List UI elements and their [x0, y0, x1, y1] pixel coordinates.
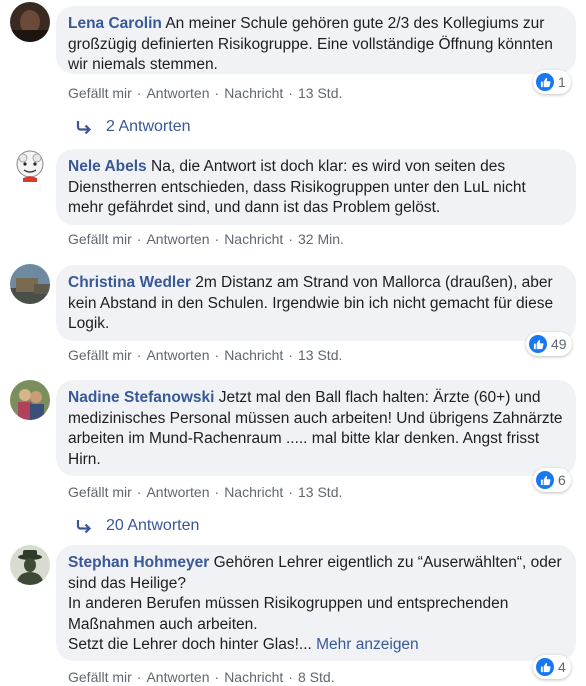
like-link[interactable]: Gefällt mir	[68, 347, 132, 363]
reaction-number: 4	[558, 659, 566, 675]
replies-label: 20 Antworten	[106, 517, 200, 534]
avatar[interactable]	[10, 264, 50, 304]
reply-arrow-icon	[76, 120, 92, 134]
reply-link[interactable]: Antworten	[146, 484, 209, 500]
message-link[interactable]: Nachricht	[224, 231, 283, 247]
timestamp[interactable]: 8 Std.	[298, 669, 335, 685]
timestamp[interactable]: 13 Std.	[298, 347, 342, 363]
reaction-count[interactable]: 4	[533, 655, 571, 679]
reply-link[interactable]: Antworten	[146, 347, 209, 363]
message-link[interactable]: Nachricht	[224, 484, 283, 500]
avatar[interactable]	[10, 146, 50, 186]
like-icon	[529, 335, 547, 353]
reaction-number: 1	[558, 74, 566, 90]
comment-bubble: Nadine Stefanowski Jetzt mal den Ball fl…	[56, 380, 576, 476]
comment-actions: Gefällt mir · Antworten · Nachricht · 13 Std.	[68, 484, 343, 500]
timestamp[interactable]: 13 Std.	[298, 85, 342, 101]
comment-bubble: Lena Carolin An meiner Schule gehören gu…	[56, 6, 576, 74]
like-icon	[536, 658, 554, 676]
like-link[interactable]: Gefällt mir	[68, 669, 132, 685]
reply-link[interactable]: Antworten	[146, 231, 209, 247]
comment-author[interactable]: Christina Wedler	[68, 274, 191, 291]
reply-link[interactable]: Antworten	[146, 85, 209, 101]
like-link[interactable]: Gefällt mir	[68, 85, 132, 101]
comment-bubble: Nele Abels Na, die Antwort ist doch klar…	[56, 149, 576, 225]
view-replies-button[interactable]: 20 Antworten	[76, 517, 199, 535]
like-icon	[536, 471, 554, 489]
comment-bubble: Stephan Hohmeyer Gehören Lehrer eigentli…	[56, 545, 576, 661]
avatar[interactable]	[10, 2, 50, 42]
message-link[interactable]: Nachricht	[224, 85, 283, 101]
reply-link[interactable]: Antworten	[146, 669, 209, 685]
avatar[interactable]	[10, 545, 50, 585]
comment-actions: Gefällt mir · Antworten · Nachricht · 13 Std.	[68, 85, 343, 101]
timestamp[interactable]: 13 Std.	[298, 484, 342, 500]
like-icon	[536, 73, 554, 91]
show-more-link[interactable]: Mehr anzeigen	[316, 636, 419, 653]
comment-actions: Gefällt mir · Antworten · Nachricht · 32 Min.	[68, 231, 344, 247]
comment-author[interactable]: Stephan Hohmeyer	[68, 554, 209, 571]
message-link[interactable]: Nachricht	[224, 347, 283, 363]
reaction-count[interactable]: 6	[533, 468, 571, 492]
like-link[interactable]: Gefällt mir	[68, 231, 132, 247]
view-replies-button[interactable]: 2 Antworten	[76, 118, 191, 136]
comment-actions: Gefällt mir · Antworten · Nachricht · 13 Std.	[68, 347, 343, 363]
timestamp[interactable]: 32 Min.	[298, 231, 344, 247]
message-link[interactable]: Nachricht	[224, 669, 283, 685]
reaction-count[interactable]: 1	[533, 70, 571, 94]
reaction-number: 6	[558, 472, 566, 488]
reaction-count[interactable]: 49	[526, 332, 572, 356]
reply-arrow-icon	[76, 519, 92, 533]
comment-bubble: Christina Wedler 2m Distanz am Strand vo…	[56, 265, 576, 341]
comment-text-line: In anderen Berufen müssen Risikogruppen …	[68, 595, 509, 633]
comment-author[interactable]: Nele Abels	[68, 158, 147, 175]
comment-text-line: Setzt die Lehrer doch hinter Glas!...	[68, 636, 312, 653]
comment-author[interactable]: Lena Carolin	[68, 15, 162, 32]
comment-author[interactable]: Nadine Stefanowski	[68, 389, 214, 406]
avatar[interactable]	[10, 380, 50, 420]
comment-actions: Gefällt mir · Antworten · Nachricht · 8 Std.	[68, 669, 335, 685]
like-link[interactable]: Gefällt mir	[68, 484, 132, 500]
reaction-number: 49	[551, 336, 567, 352]
replies-label: 2 Antworten	[106, 118, 191, 135]
